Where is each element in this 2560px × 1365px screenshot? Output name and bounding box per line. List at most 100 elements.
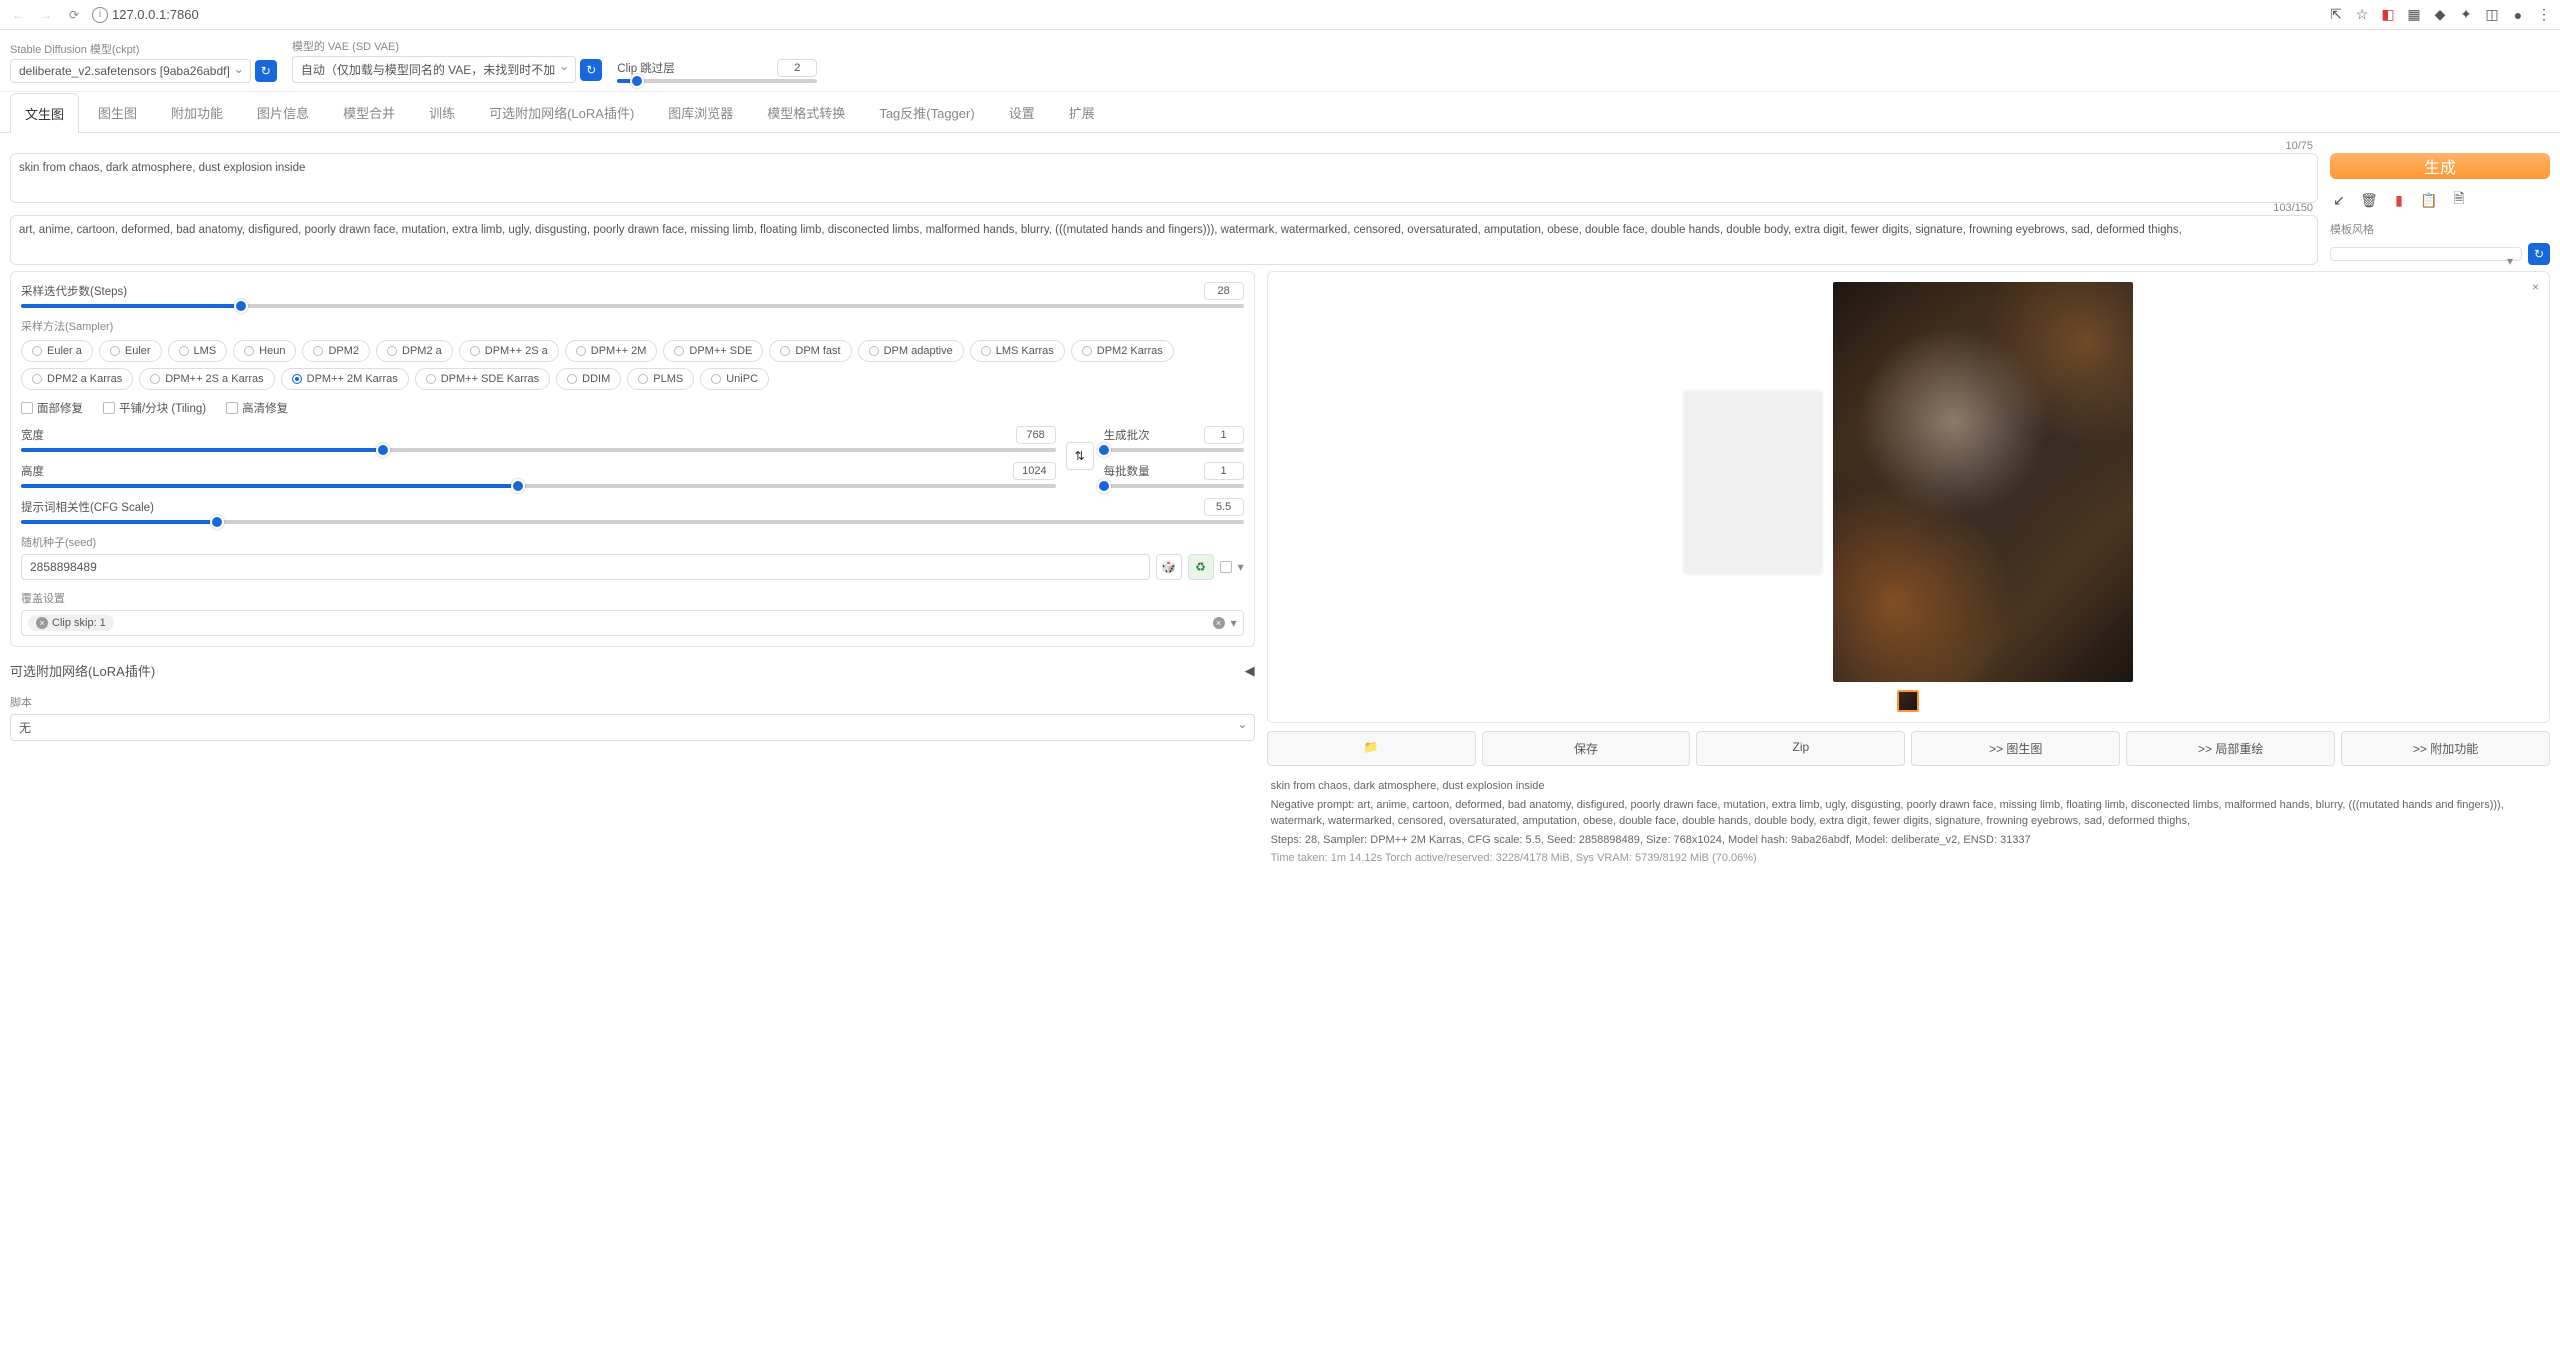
script-select[interactable]: 无 — [10, 714, 1255, 741]
sampler-option[interactable]: DPM fast — [769, 340, 851, 362]
ext-icon-3[interactable]: ◆ — [2432, 7, 2448, 23]
seed-recycle-button[interactable]: ♻ — [1188, 554, 1214, 580]
sampler-option[interactable]: DPM++ SDE — [663, 340, 763, 362]
swap-wh-button[interactable]: ⇅ — [1066, 442, 1094, 470]
tag-remove-icon[interactable]: × — [36, 617, 48, 629]
ckpt-select[interactable]: deliberate_v2.safetensors [9aba26abdf] — [10, 59, 251, 83]
batch-size-value[interactable]: 1 — [1204, 462, 1244, 480]
seed-input[interactable]: 2858898489 — [21, 554, 1150, 580]
steps-slider[interactable] — [21, 304, 1244, 308]
forward-button[interactable]: → — [36, 5, 56, 25]
ext-icon-2[interactable]: ▦ — [2406, 7, 2422, 23]
share-icon[interactable]: ⇱ — [2328, 7, 2344, 23]
tiling-checkbox[interactable]: 平铺/分块 (Tiling) — [103, 400, 206, 416]
save-button[interactable]: 保存 — [1482, 731, 1691, 766]
seed-dice-button[interactable]: 🎲 — [1156, 554, 1182, 580]
batch-count-slider[interactable] — [1104, 448, 1244, 452]
sampler-option[interactable]: DDIM — [556, 368, 621, 390]
sampler-option[interactable]: DPM adaptive — [858, 340, 964, 362]
ext-icon-1[interactable]: ◧ — [2380, 7, 2396, 23]
tab-gallery[interactable]: 图库浏览器 — [653, 92, 748, 132]
generate-button[interactable]: 生成 — [2330, 153, 2550, 179]
tab-txt2img[interactable]: 文生图 — [10, 93, 79, 133]
panel-icon[interactable]: ◫ — [2484, 7, 2500, 23]
sampler-option[interactable]: Euler a — [21, 340, 93, 362]
batch-count-value[interactable]: 1 — [1204, 426, 1244, 444]
style-select[interactable]: ▾ — [2330, 247, 2522, 261]
steps-value[interactable]: 28 — [1204, 282, 1244, 300]
sampler-option[interactable]: DPM++ 2M — [565, 340, 658, 362]
tags-dropdown-icon[interactable]: ▾ — [1231, 616, 1237, 630]
prompt-positive[interactable]: 10/75 skin from chaos, dark atmosphere, … — [10, 153, 2318, 203]
tab-tagger[interactable]: Tag反推(Tagger) — [864, 92, 989, 132]
lora-collapse[interactable]: 可选附加网络(LoRA插件) ◀ — [10, 655, 1255, 686]
seed-extra-checkbox[interactable] — [1220, 561, 1232, 573]
sampler-option[interactable]: DPM++ 2S a Karras — [139, 368, 274, 390]
face-restore-checkbox[interactable]: 面部修复 — [21, 400, 83, 416]
send-extras-button[interactable]: >> 附加功能 — [2341, 731, 2550, 766]
clip-skip-tag[interactable]: × Clip skip: 1 — [28, 615, 114, 631]
width-slider[interactable] — [21, 448, 1056, 452]
sampler-option[interactable]: DPM++ 2S a — [459, 340, 559, 362]
paste-icon[interactable]: ↙ — [2330, 191, 2348, 209]
send-inpaint-button[interactable]: >> 局部重绘 — [2126, 731, 2335, 766]
generated-image[interactable] — [1833, 282, 2133, 682]
tab-img2img[interactable]: 图生图 — [83, 92, 152, 132]
height-value[interactable]: 1024 — [1013, 462, 1055, 480]
reload-button[interactable]: ⟳ — [64, 5, 84, 25]
width-value[interactable]: 768 — [1016, 426, 1056, 444]
tab-extras[interactable]: 附加功能 — [156, 92, 238, 132]
batch-count-label: 生成批次 — [1104, 427, 1150, 443]
sampler-option[interactable]: Heun — [233, 340, 296, 362]
hires-checkbox[interactable]: 高清修复 — [226, 400, 288, 416]
sampler-option[interactable]: DPM2 — [302, 340, 370, 362]
gallery-thumbnail[interactable] — [1897, 690, 1919, 712]
vae-select[interactable]: 自动（仅加载与模型同名的 VAE，未找到时不加 — [292, 56, 576, 83]
sampler-option[interactable]: UniPC — [700, 368, 769, 390]
tab-merge[interactable]: 模型合并 — [328, 92, 410, 132]
seed-expand-icon[interactable]: ▾ — [1238, 560, 1244, 574]
override-tags[interactable]: × Clip skip: 1 × ▾ — [21, 610, 1244, 636]
sampler-option[interactable]: LMS Karras — [970, 340, 1065, 362]
tab-train[interactable]: 训练 — [414, 92, 470, 132]
sampler-option[interactable]: DPM++ SDE Karras — [415, 368, 550, 390]
vae-refresh-button[interactable]: ↻ — [580, 59, 602, 81]
extensions-icon[interactable]: ✦ — [2458, 7, 2474, 23]
tab-settings[interactable]: 设置 — [994, 92, 1050, 132]
height-slider[interactable] — [21, 484, 1056, 488]
cfg-slider[interactable] — [21, 520, 1244, 524]
sampler-option[interactable]: DPM++ 2M Karras — [281, 368, 409, 390]
clip-skip-slider[interactable] — [617, 79, 817, 83]
sampler-option[interactable]: Euler — [99, 340, 162, 362]
sampler-option[interactable]: DPM2 a Karras — [21, 368, 133, 390]
style-refresh-button[interactable]: ↻ — [2528, 243, 2550, 265]
file-icon[interactable]: 🗎 — [2450, 191, 2468, 209]
star-icon[interactable]: ☆ — [2354, 7, 2370, 23]
profile-icon[interactable]: ● — [2510, 7, 2526, 23]
styles-icon[interactable]: ▮ — [2390, 191, 2408, 209]
sampler-option[interactable]: PLMS — [627, 368, 694, 390]
sampler-option[interactable]: LMS — [168, 340, 228, 362]
tab-convert[interactable]: 模型格式转换 — [752, 92, 860, 132]
gallery-close-icon[interactable]: × — [2532, 280, 2539, 294]
cfg-value[interactable]: 5.5 — [1204, 498, 1244, 516]
menu-icon[interactable]: ⋮ — [2536, 7, 2552, 23]
send-img2img-button[interactable]: >> 图生图 — [1911, 731, 2120, 766]
tab-pnginfo[interactable]: 图片信息 — [242, 92, 324, 132]
tags-clear-icon[interactable]: × — [1213, 617, 1225, 629]
zip-button[interactable]: Zip — [1696, 731, 1905, 766]
output-gallery: × — [1267, 271, 2550, 723]
back-button[interactable]: ← — [8, 5, 28, 25]
sampler-option[interactable]: DPM2 Karras — [1071, 340, 1174, 362]
clipboard-icon[interactable]: 📋 — [2420, 191, 2438, 209]
address-bar[interactable]: i 127.0.0.1:7860 — [92, 7, 199, 23]
sampler-option[interactable]: DPM2 a — [376, 340, 453, 362]
batch-size-slider[interactable] — [1104, 484, 1244, 488]
ckpt-refresh-button[interactable]: ↻ — [255, 60, 277, 82]
open-folder-button[interactable]: 📁 — [1267, 731, 1476, 766]
prompt-negative[interactable]: 103/150 art, anime, cartoon, deformed, b… — [10, 215, 2318, 265]
tab-extensions[interactable]: 扩展 — [1054, 92, 1110, 132]
trash-icon[interactable]: 🗑 — [2360, 191, 2378, 209]
tab-lora[interactable]: 可选附加网络(LoRA插件) — [474, 92, 649, 132]
clip-skip-value[interactable]: 2 — [777, 59, 817, 77]
